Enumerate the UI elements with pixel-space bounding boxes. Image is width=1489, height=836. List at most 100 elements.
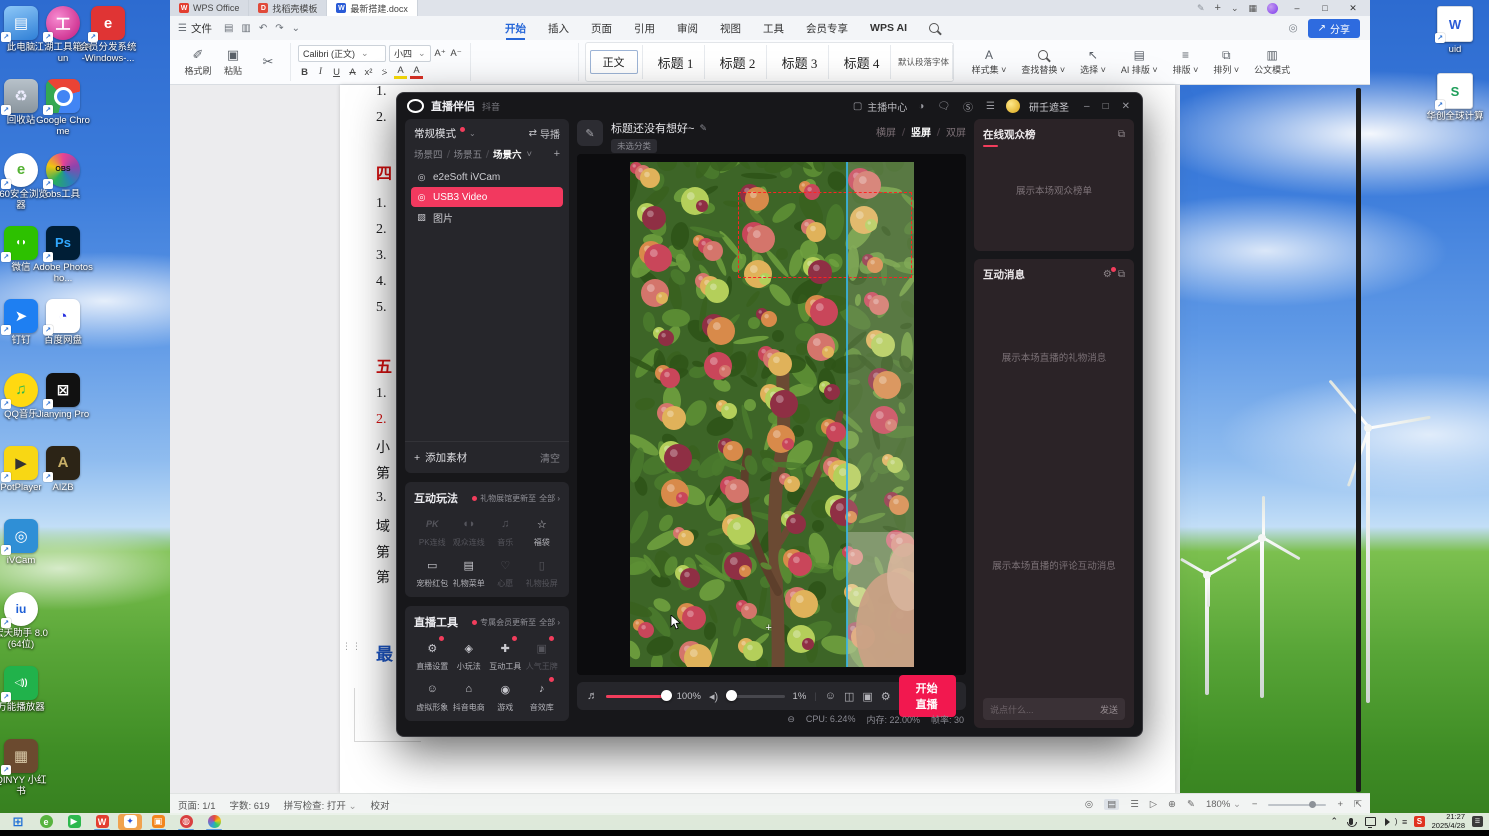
beauty-filter-icon[interactable]: ☺	[825, 690, 836, 702]
add-material-button[interactable]: + 添加素材	[414, 450, 467, 465]
ribbon-tool-AI 排版[interactable]: ▤ AI 排版 ˅	[1116, 48, 1163, 76]
superscript-button[interactable]: x²	[362, 67, 375, 78]
wps-app-tab[interactable]: D 找稻壳模板	[249, 0, 328, 16]
anchor-center-button[interactable]: ▢ 主播中心	[851, 99, 907, 114]
taskbar-media-wheel[interactable]	[202, 814, 226, 831]
menu-tab-会员专享[interactable]: 会员专享	[795, 16, 859, 40]
feature-宠粉红包[interactable]: ▭ 宠粉红包	[414, 555, 451, 589]
taskbar-douyin-tool[interactable]: ▣	[146, 814, 170, 831]
feature-人气王牌[interactable]: ▣ 人气王牌	[524, 636, 561, 672]
style-cell-1[interactable]: 标题 1	[648, 45, 705, 79]
feature-观众连线[interactable]: ◖◗ 观众连线	[451, 514, 488, 548]
tray-network-icon[interactable]	[1364, 816, 1376, 828]
screen-mode-双屏[interactable]: 双屏	[946, 124, 966, 139]
message-settings-gear-icon[interactable]: ⚙	[1103, 267, 1116, 280]
help-icon[interactable]: Ⓢ	[961, 99, 975, 114]
menu-icon[interactable]: ☰	[984, 101, 997, 112]
feature-PK连线[interactable]: PK PK连线	[414, 514, 451, 548]
feature-音效库[interactable]: ♪ 音效库	[524, 677, 561, 713]
live-close-button[interactable]: ✕	[1120, 101, 1132, 112]
source-item[interactable]: ◎ USB3 Video	[411, 187, 563, 207]
send-button[interactable]: 发送	[1100, 703, 1118, 716]
source-item[interactable]: ◎ e2eSoft iVCam	[411, 167, 563, 187]
see-all-link[interactable]: 全部 ›	[539, 617, 560, 628]
feature-小玩法[interactable]: ◈ 小玩法	[451, 638, 488, 672]
settings-gear-icon[interactable]: ⚙	[881, 690, 891, 703]
theme-toggle-icon[interactable]: ◑	[916, 101, 926, 112]
desktop-icon-chrome[interactable]: ↗ Google Chrome	[33, 79, 93, 137]
italic-button[interactable]: I	[314, 67, 327, 77]
strikethrough-button[interactable]: A	[346, 67, 359, 78]
font-family-select[interactable]: Calibri (正文) ⌄	[298, 45, 386, 62]
desktop-icon-word-doc[interactable]: W ↗ uid	[1425, 6, 1485, 55]
wps-minimize-button[interactable]: –	[1288, 3, 1306, 13]
taskbar-wps[interactable]: W	[90, 814, 114, 831]
feature-礼物菜单[interactable]: ▤ 礼物菜单	[451, 555, 488, 589]
page-view-icon[interactable]: ▤	[1104, 799, 1120, 810]
live-minimize-button[interactable]: –	[1082, 101, 1092, 112]
increase-font-icon[interactable]: A⁺	[434, 48, 447, 59]
feature-虚拟形象[interactable]: ☺ 虚拟形象	[414, 679, 451, 713]
style-cell-4[interactable]: 标题 4	[834, 45, 891, 79]
menu-tab-WPS AI[interactable]: WPS AI	[859, 16, 918, 40]
desktop-icon-baidu-pan[interactable]: ◔ ↗ 百度网盘	[33, 299, 93, 346]
wps-close-button[interactable]: ✕	[1344, 3, 1362, 14]
tab-comment-icon[interactable]: ✎	[1197, 3, 1205, 14]
paragraph-drag-handle[interactable]: ⋮⋮	[342, 642, 361, 657]
screen-mode-横屏[interactable]: 横屏	[876, 124, 896, 139]
desktop-icon-member-system[interactable]: e ↗ 会员分发系统 -Windows-...	[78, 6, 138, 64]
section-notice[interactable]: 专属会员更新至 全部 ›	[472, 617, 560, 628]
menu-tab-审阅[interactable]: 审阅	[666, 16, 709, 40]
eye-protect-icon[interactable]: ◎	[1085, 799, 1093, 810]
cut-button[interactable]: ✂	[253, 54, 283, 70]
more-commands-icon[interactable]: ⌄	[288, 23, 304, 34]
workspace-grid-icon[interactable]: ▦	[1248, 3, 1257, 14]
style-cell-3[interactable]: 标题 3	[772, 45, 829, 79]
edit-pencil-icon[interactable]: ✎	[699, 123, 707, 134]
wordart-button[interactable]: ⍩	[378, 67, 391, 78]
popout-icon[interactable]: ⧉	[1118, 129, 1125, 140]
username[interactable]: 研壬遮圣	[1029, 99, 1069, 114]
menu-tab-页面[interactable]: 页面	[580, 16, 623, 40]
ribbon-settings-icon[interactable]: ◎	[1288, 22, 1297, 34]
hamburger-icon[interactable]: ☰	[174, 23, 191, 34]
feature-心愿[interactable]: ♡ 心愿	[487, 555, 524, 589]
word-count[interactable]: 字数: 619	[230, 798, 270, 812]
sogou-input-icon[interactable]: S	[1414, 816, 1425, 827]
taskbar-video-tool[interactable]: ▶	[62, 814, 86, 830]
document-scrollbar[interactable]	[1356, 88, 1361, 792]
section-notice[interactable]: 礼物展馆更新至 全部 ›	[472, 493, 560, 504]
screen-mode-竖屏[interactable]: 竖屏	[911, 124, 931, 139]
director-button[interactable]: ⇄ 导播	[529, 126, 560, 141]
desktop-icon-photoshop[interactable]: Ps ↗ Adobe Photosho...	[33, 225, 93, 284]
tray-expand-icon[interactable]: ⌃	[1330, 816, 1338, 827]
scene-tab-场景四[interactable]: 场景四	[414, 147, 443, 161]
share-button[interactable]: ↗ 分享	[1307, 18, 1360, 38]
crop-selection-box[interactable]	[737, 192, 912, 278]
wps-app-tab[interactable]: W WPS Office	[170, 0, 250, 16]
redo-icon[interactable]: ↷	[271, 23, 287, 34]
style-cell-2[interactable]: 标题 2	[710, 45, 767, 79]
chat-input[interactable]: 说点什么...	[990, 703, 1034, 716]
font-size-select[interactable]: 小四 ⌄	[389, 45, 431, 62]
desktop-icon-ivcam[interactable]: ◎ ↗ iVCam	[0, 519, 51, 566]
speaker-icon[interactable]: ◂)	[709, 690, 718, 703]
desktop-icon-excel-doc[interactable]: S ↗ 华创全球计算	[1425, 73, 1485, 122]
zoom-slider[interactable]	[1268, 800, 1327, 808]
feature-抖音电商[interactable]: ⌂ 抖音电商	[451, 679, 488, 713]
play-view-icon[interactable]: ▷	[1150, 799, 1157, 810]
stream-title[interactable]: 标题还没有想好~	[611, 120, 694, 136]
clear-sources-button[interactable]: 清空	[540, 450, 560, 465]
feature-直播设置[interactable]: ⚙ 直播设置	[414, 636, 451, 672]
tray-volume-icon[interactable]: )	[1383, 816, 1397, 828]
spellcheck-status[interactable]: 拼写检查: 打开 ⌄	[284, 798, 357, 812]
zoom-out-button[interactable]: −	[1252, 799, 1258, 810]
underline-button[interactable]: U	[330, 67, 343, 78]
tray-clock[interactable]: 21:27 2025/4/28	[1432, 812, 1465, 830]
wps-app-tab[interactable]: W 最新搭建.docx	[327, 0, 418, 16]
tray-ime-icon[interactable]: ≡	[1402, 817, 1407, 827]
edit-title-icon[interactable]: ✎	[577, 120, 603, 146]
ribbon-search-icon[interactable]	[918, 16, 950, 40]
scene-tab-场景六[interactable]: 场景六	[493, 147, 522, 161]
live-maximize-button[interactable]: □	[1101, 101, 1111, 112]
